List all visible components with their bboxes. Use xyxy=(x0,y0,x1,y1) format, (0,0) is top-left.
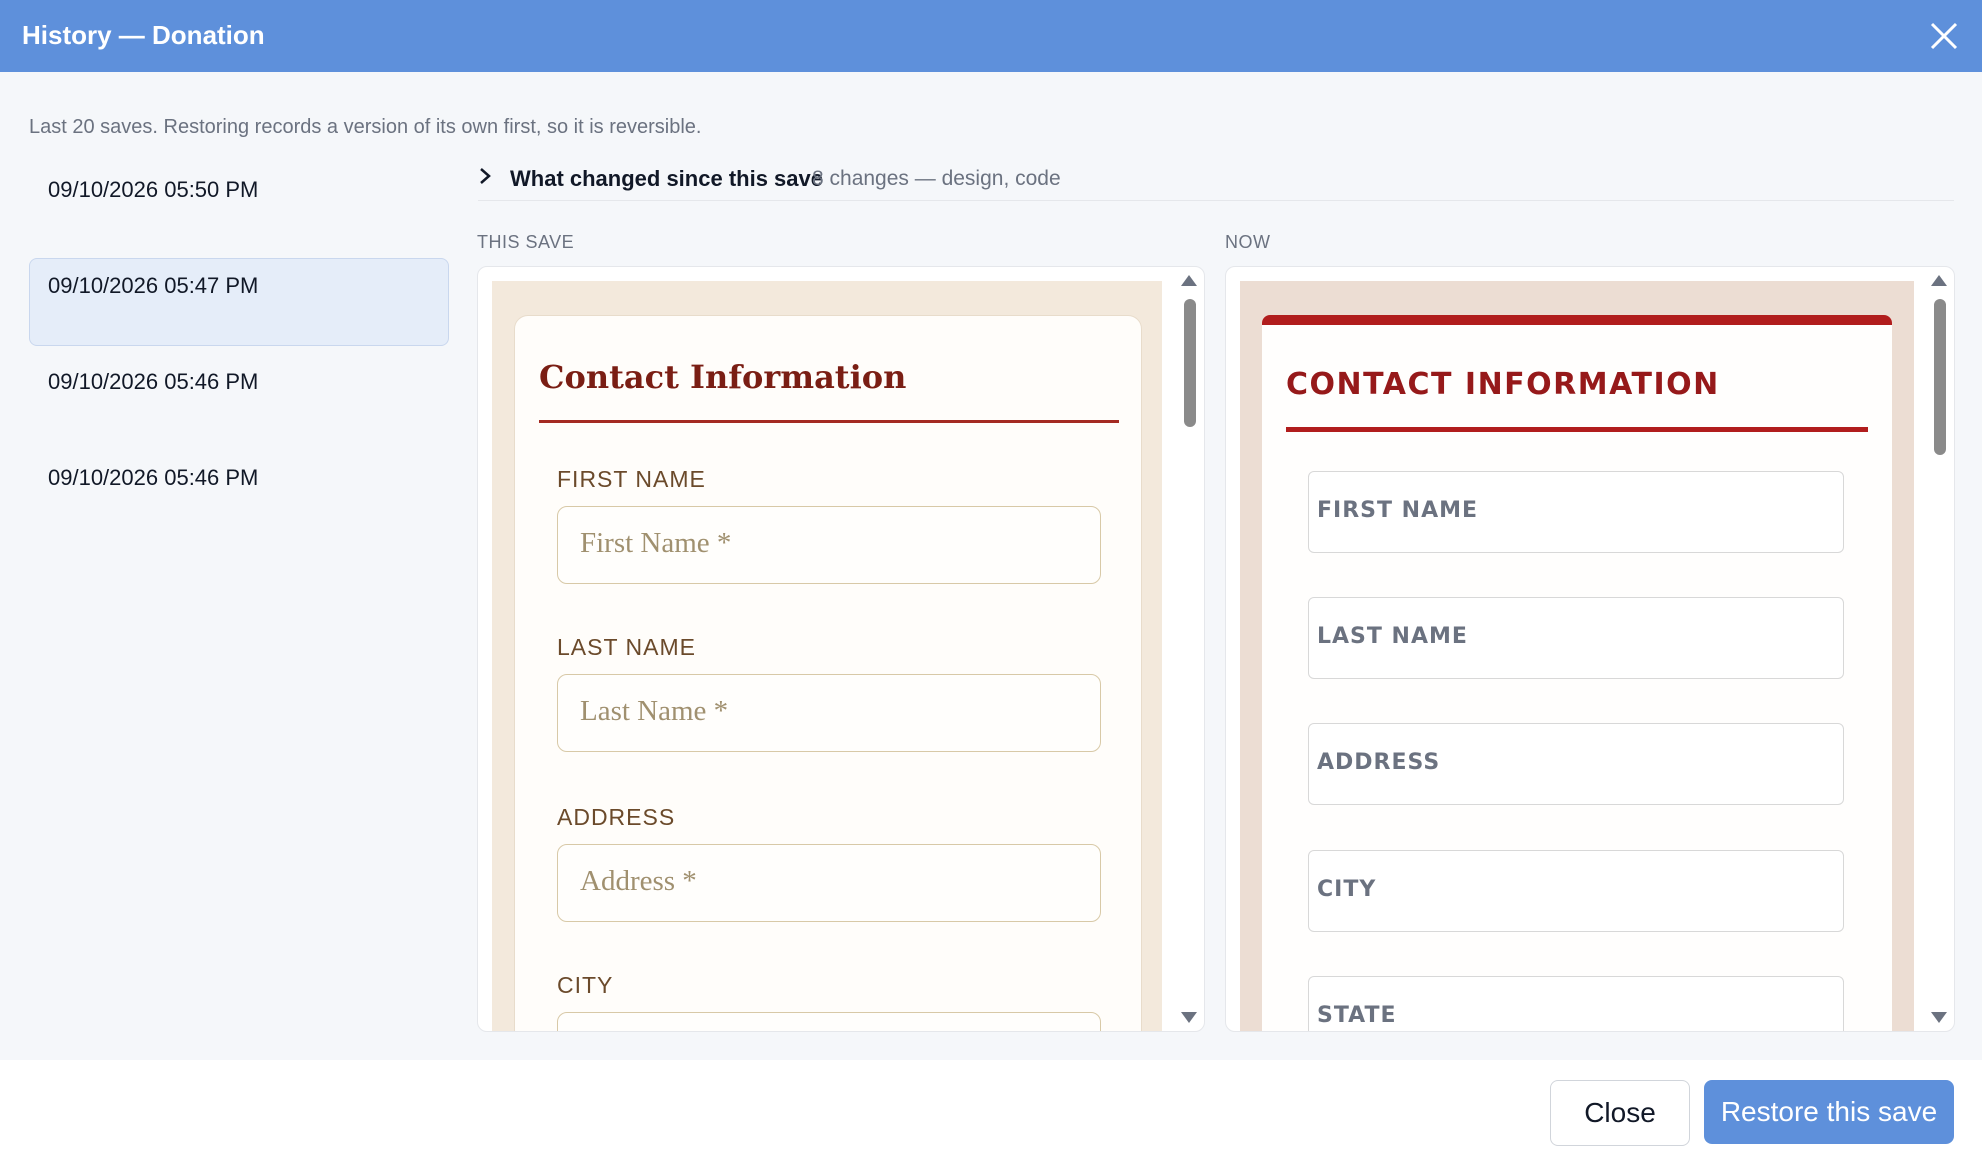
state-field: STATE xyxy=(1308,976,1844,1031)
close-button[interactable]: Close xyxy=(1550,1080,1690,1146)
history-item[interactable]: 09/10/2026 05:50 PM xyxy=(29,162,449,250)
now-form-preview: CONTACT INFORMATION FIRST NAME LAST NAME… xyxy=(1240,281,1914,1031)
first-name-field: FIRST NAME xyxy=(1308,471,1844,553)
dialog-title: History — Donation xyxy=(22,20,265,50)
history-item-label: 09/10/2026 05:47 PM xyxy=(48,273,259,298)
now-preview: CONTACT INFORMATION FIRST NAME LAST NAME… xyxy=(1225,266,1955,1032)
city-label: CITY xyxy=(557,972,614,998)
history-item[interactable]: 09/10/2026 05:46 PM xyxy=(29,354,449,442)
scroll-thumb[interactable] xyxy=(1184,299,1196,427)
changes-disclosure[interactable]: What changed since this save 8 changes —… xyxy=(478,160,1954,201)
changes-label: What changed since this save xyxy=(510,166,823,191)
address-label: ADDRESS xyxy=(1317,750,1441,775)
history-list: 09/10/2026 05:50 PM 09/10/2026 05:47 PM … xyxy=(29,162,449,546)
history-item-label: 09/10/2026 05:46 PM xyxy=(48,465,259,490)
scroll-up-icon[interactable] xyxy=(1181,275,1197,286)
scroll-thumb[interactable] xyxy=(1934,299,1946,455)
this-save-heading: Contact Information xyxy=(539,358,907,396)
this-save-label: THIS SAVE xyxy=(477,232,575,252)
city-field xyxy=(557,1012,1101,1031)
address-placeholder: Address * xyxy=(580,865,697,897)
dialog-titlebar: History — Donation xyxy=(0,0,1982,72)
this-save-form-card: Contact Information FIRST NAME First Nam… xyxy=(514,315,1142,1031)
chevron-right-icon[interactable] xyxy=(478,166,492,192)
city-field: CITY xyxy=(1308,850,1844,932)
last-name-label: LAST NAME xyxy=(1317,624,1468,649)
dialog-body: Last 20 saves. Restoring records a versi… xyxy=(0,72,1982,1060)
now-label: NOW xyxy=(1225,232,1271,252)
address-label: ADDRESS xyxy=(557,804,676,830)
city-label: CITY xyxy=(1317,877,1377,902)
first-name-label: FIRST NAME xyxy=(557,466,706,492)
first-name-placeholder: First Name * xyxy=(580,527,732,559)
heading-rule xyxy=(1286,427,1868,432)
heading-rule xyxy=(539,420,1119,423)
first-name-field: First Name * xyxy=(557,506,1101,584)
scroll-down-icon[interactable] xyxy=(1931,1012,1947,1023)
this-save-form-preview: Contact Information FIRST NAME First Nam… xyxy=(492,281,1162,1031)
changes-summary: 8 changes — design, code xyxy=(812,167,1061,190)
now-form-card: CONTACT INFORMATION FIRST NAME LAST NAME… xyxy=(1262,315,1892,1031)
state-label: STATE xyxy=(1317,1003,1397,1028)
card-accent-bar xyxy=(1262,315,1892,325)
close-icon[interactable] xyxy=(1924,16,1964,56)
address-field: Address * xyxy=(557,844,1101,922)
history-item-label: 09/10/2026 05:50 PM xyxy=(48,177,259,202)
last-name-field: LAST NAME xyxy=(1308,597,1844,679)
now-heading: CONTACT INFORMATION xyxy=(1286,367,1720,402)
address-field: ADDRESS xyxy=(1308,723,1844,805)
dialog-footer: Close Restore this save xyxy=(0,1060,1982,1157)
this-save-preview: Contact Information FIRST NAME First Nam… xyxy=(477,266,1205,1032)
scroll-down-icon[interactable] xyxy=(1181,1012,1197,1023)
this-save-scrollbar[interactable] xyxy=(1174,267,1204,1031)
scroll-up-icon[interactable] xyxy=(1931,275,1947,286)
history-note: Last 20 saves. Restoring records a versi… xyxy=(29,116,702,138)
last-name-placeholder: Last Name * xyxy=(580,695,729,727)
last-name-label: LAST NAME xyxy=(557,634,696,660)
history-item-label: 09/10/2026 05:46 PM xyxy=(48,369,259,394)
now-scrollbar[interactable] xyxy=(1924,267,1954,1031)
history-item[interactable]: 09/10/2026 05:46 PM xyxy=(29,450,449,538)
first-name-label: FIRST NAME xyxy=(1317,498,1479,523)
last-name-field: Last Name * xyxy=(557,674,1101,752)
restore-button[interactable]: Restore this save xyxy=(1704,1080,1954,1144)
history-item-selected[interactable]: 09/10/2026 05:47 PM xyxy=(29,258,449,346)
